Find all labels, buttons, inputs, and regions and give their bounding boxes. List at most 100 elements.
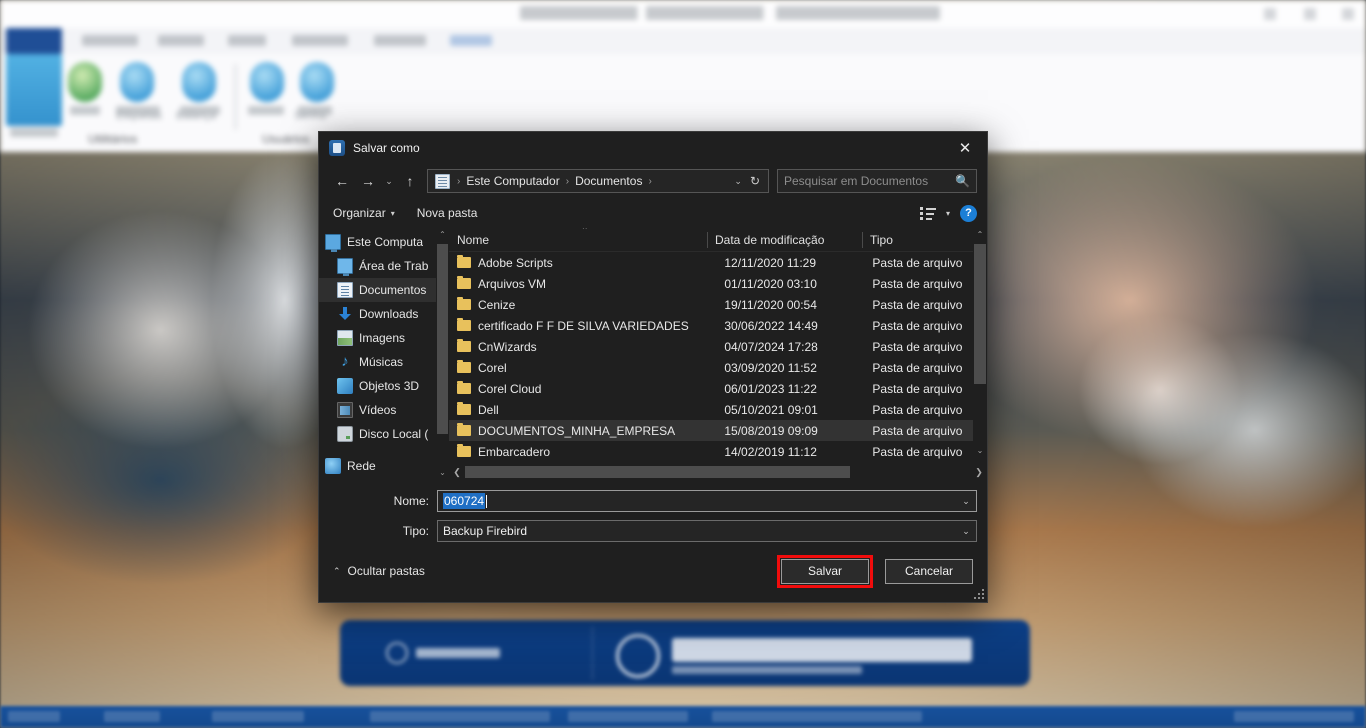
sidebar-item-downloads[interactable]: Downloads	[319, 302, 449, 326]
erp-tool-icon-4[interactable]	[250, 62, 284, 102]
new-folder-button[interactable]: Nova pasta	[417, 206, 478, 220]
file-list: Nome ⌃ Data de modificação Tipo Adobe Sc…	[449, 228, 987, 480]
view-options-icon[interactable]	[919, 206, 936, 220]
back-icon[interactable]: ←	[329, 168, 355, 194]
breadcrumb-item-1[interactable]: Documentos	[573, 174, 644, 188]
file-list-horizontal-scrollbar[interactable]: ❮ ❯	[449, 464, 987, 480]
scroll-down-icon[interactable]: ⌄	[436, 466, 449, 480]
organize-button[interactable]: Organizar ▾	[333, 206, 395, 220]
table-row[interactable]: certificado F F DE SILVA VARIEDADES 30/0…	[449, 315, 987, 336]
chevron-down-icon[interactable]: ▾	[946, 209, 950, 218]
save-form: Nome: 060724 ⌄ Tipo: Backup Firebird ⌄	[319, 480, 987, 542]
erp-tab-2[interactable]	[158, 35, 204, 46]
recent-locations-icon[interactable]: ⌄	[381, 168, 397, 194]
erp-tool-icon-1[interactable]	[68, 62, 102, 102]
erp-tool-icon-3[interactable]	[182, 62, 216, 102]
file-name-input[interactable]: 060724 ⌄	[437, 490, 977, 512]
table-row[interactable]: Corel Cloud 06/01/2023 11:22 Pasta de ar…	[449, 378, 987, 399]
folder-icon	[457, 297, 471, 310]
up-icon[interactable]: ↑	[397, 168, 423, 194]
file-date: 14/02/2019 11:12	[724, 444, 817, 459]
erp-tab-active[interactable]	[6, 28, 62, 54]
chevron-down-icon[interactable]: ⌄	[956, 521, 976, 541]
sidebar-item-rede[interactable]: Rede	[319, 454, 449, 478]
table-row[interactable]: Embarcadero 14/02/2019 11:12 Pasta de ar…	[449, 441, 987, 462]
erp-tab-3[interactable]	[228, 35, 266, 46]
save-button-highlight-annotation: Salvar	[777, 554, 873, 588]
erp-minimize-button[interactable]	[1264, 8, 1276, 20]
cancel-button[interactable]: Cancelar	[885, 558, 973, 584]
breadcrumb-item-0[interactable]: Este Computador	[464, 174, 561, 188]
computer-icon	[435, 173, 450, 189]
table-row[interactable]: Adobe Scripts 12/11/2020 11:29 Pasta de …	[449, 252, 987, 273]
taskbar-item-3[interactable]	[370, 711, 550, 722]
sidebar-item-disco-local[interactable]: Disco Local (	[319, 422, 449, 446]
scroll-left-icon[interactable]: ❮	[449, 467, 465, 478]
resize-grip[interactable]	[973, 588, 984, 599]
file-type-select[interactable]: Backup Firebird ⌄	[437, 520, 977, 542]
table-row[interactable]: CnWizards 04/07/2024 17:28 Pasta de arqu…	[449, 336, 987, 357]
hide-folders-button[interactable]: ⌃ Ocultar pastas	[333, 564, 425, 578]
vertical-scrollbar-thumb[interactable]	[974, 244, 986, 384]
scroll-up-icon[interactable]: ⌃	[436, 228, 449, 242]
taskbar[interactable]	[0, 706, 1366, 728]
forward-icon[interactable]: →	[355, 168, 381, 194]
table-row[interactable]: Corel 03/09/2020 11:52 Pasta de arquivo	[449, 357, 987, 378]
erp-tab-1[interactable]	[82, 35, 138, 46]
table-row[interactable]: Dell 05/10/2021 09:01 Pasta de arquivo	[449, 399, 987, 420]
table-row[interactable]: Cenize 19/11/2020 00:54 Pasta de arquivo	[449, 294, 987, 315]
sidebar-item-objetos-3d[interactable]: Objetos 3D	[319, 374, 449, 398]
file-date: 06/01/2023 11:22	[724, 381, 817, 396]
table-row-selected[interactable]: DOCUMENTOS_MINHA_EMPRESA 15/08/2019 09:0…	[449, 420, 987, 441]
file-list-rows: Adobe Scripts 12/11/2020 11:29 Pasta de …	[449, 252, 987, 462]
sidebar-item-label: Objetos 3D	[359, 379, 420, 393]
sidebar-item-area-de-trabalho[interactable]: Área de Trab	[319, 254, 449, 278]
tree-scrollbar[interactable]: ⌃ ⌄	[436, 228, 449, 480]
type-label: Tipo:	[402, 524, 429, 538]
chevron-down-icon[interactable]: ⌄	[728, 176, 748, 187]
save-button[interactable]: Salvar	[781, 558, 869, 584]
search-input[interactable]: Pesquisar em Documentos 🔍	[777, 169, 977, 193]
banner-ring-logo	[386, 642, 408, 664]
close-icon[interactable]: ✕	[943, 132, 987, 164]
erp-backup-icon[interactable]	[6, 54, 62, 126]
dialog-footer: ⌃ Ocultar pastas Salvar Cancelar	[319, 540, 987, 602]
taskbar-item-4[interactable]	[568, 711, 688, 722]
erp-backup-label	[10, 128, 58, 137]
erp-tool-icon-5[interactable]	[300, 62, 334, 102]
file-list-vertical-scrollbar[interactable]: ⌃ ⌄	[973, 228, 987, 458]
folder-icon	[457, 276, 471, 289]
erp-tool-icon-2[interactable]	[120, 62, 154, 102]
column-header-nome[interactable]: Nome ⌃	[449, 228, 707, 252]
taskbar-tray[interactable]	[1234, 711, 1354, 722]
sidebar-item-imagens[interactable]: Imagens	[319, 326, 449, 350]
scroll-up-icon[interactable]: ⌃	[973, 228, 987, 242]
taskbar-item-1[interactable]	[104, 711, 160, 722]
horizontal-scrollbar-track[interactable]	[465, 465, 971, 479]
taskbar-start-button[interactable]	[8, 711, 60, 722]
erp-tab-5[interactable]	[374, 35, 426, 46]
breadcrumb[interactable]: › Este Computador › Documentos › ⌄ ↻	[427, 169, 769, 193]
tree-scrollbar-thumb[interactable]	[437, 244, 448, 434]
erp-tab-4[interactable]	[292, 35, 348, 46]
erp-close-button[interactable]	[1342, 8, 1354, 20]
chevron-down-icon[interactable]: ⌄	[956, 491, 976, 511]
column-header-tipo[interactable]: Tipo	[862, 228, 982, 252]
taskbar-item-5[interactable]	[712, 711, 922, 722]
sidebar-item-este-computador[interactable]: Este Computa	[319, 230, 449, 254]
sidebar-item-documentos[interactable]: Documentos	[319, 278, 449, 302]
scroll-down-icon[interactable]: ⌄	[973, 444, 987, 458]
erp-ribbon-tabs[interactable]	[0, 28, 1366, 54]
refresh-icon[interactable]: ↻	[750, 174, 764, 188]
sidebar-item-videos[interactable]: Vídeos	[319, 398, 449, 422]
sidebar-item-musicas[interactable]: ♪ Músicas	[319, 350, 449, 374]
text-caret	[486, 494, 488, 508]
taskbar-item-2[interactable]	[212, 711, 304, 722]
column-header-data[interactable]: Data de modificação	[707, 228, 862, 252]
help-icon[interactable]: ?	[960, 204, 977, 222]
horizontal-scrollbar-thumb[interactable]	[465, 466, 850, 478]
erp-maximize-button[interactable]	[1304, 8, 1316, 20]
erp-tab-6[interactable]	[450, 35, 492, 46]
scroll-right-icon[interactable]: ❯	[971, 467, 987, 478]
table-row[interactable]: Arquivos VM 01/11/2020 03:10 Pasta de ar…	[449, 273, 987, 294]
